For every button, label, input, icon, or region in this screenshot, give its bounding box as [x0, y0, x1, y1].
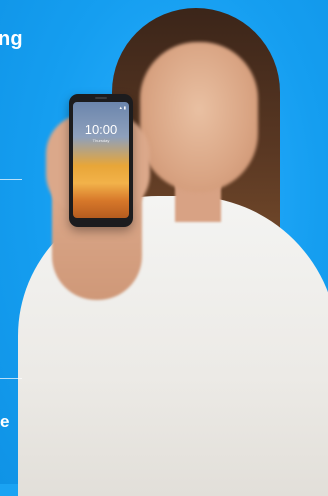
phone-date: Thursday	[92, 138, 110, 143]
phone-clock: 10:00	[84, 122, 118, 137]
divider-bottom	[0, 378, 22, 379]
face	[140, 42, 258, 192]
phone-speaker	[95, 97, 107, 99]
phone-device: ▲ ▮ 10:00 Thursday	[69, 94, 133, 227]
hero-footer-text: e	[0, 412, 10, 431]
phone-screen: ▲ ▮ 10:00 Thursday	[73, 102, 129, 218]
phone-status-bar: ▲ ▮	[118, 105, 126, 110]
hero-headline: ng	[0, 28, 23, 50]
divider-top	[0, 179, 22, 180]
person-photo	[0, 0, 328, 496]
